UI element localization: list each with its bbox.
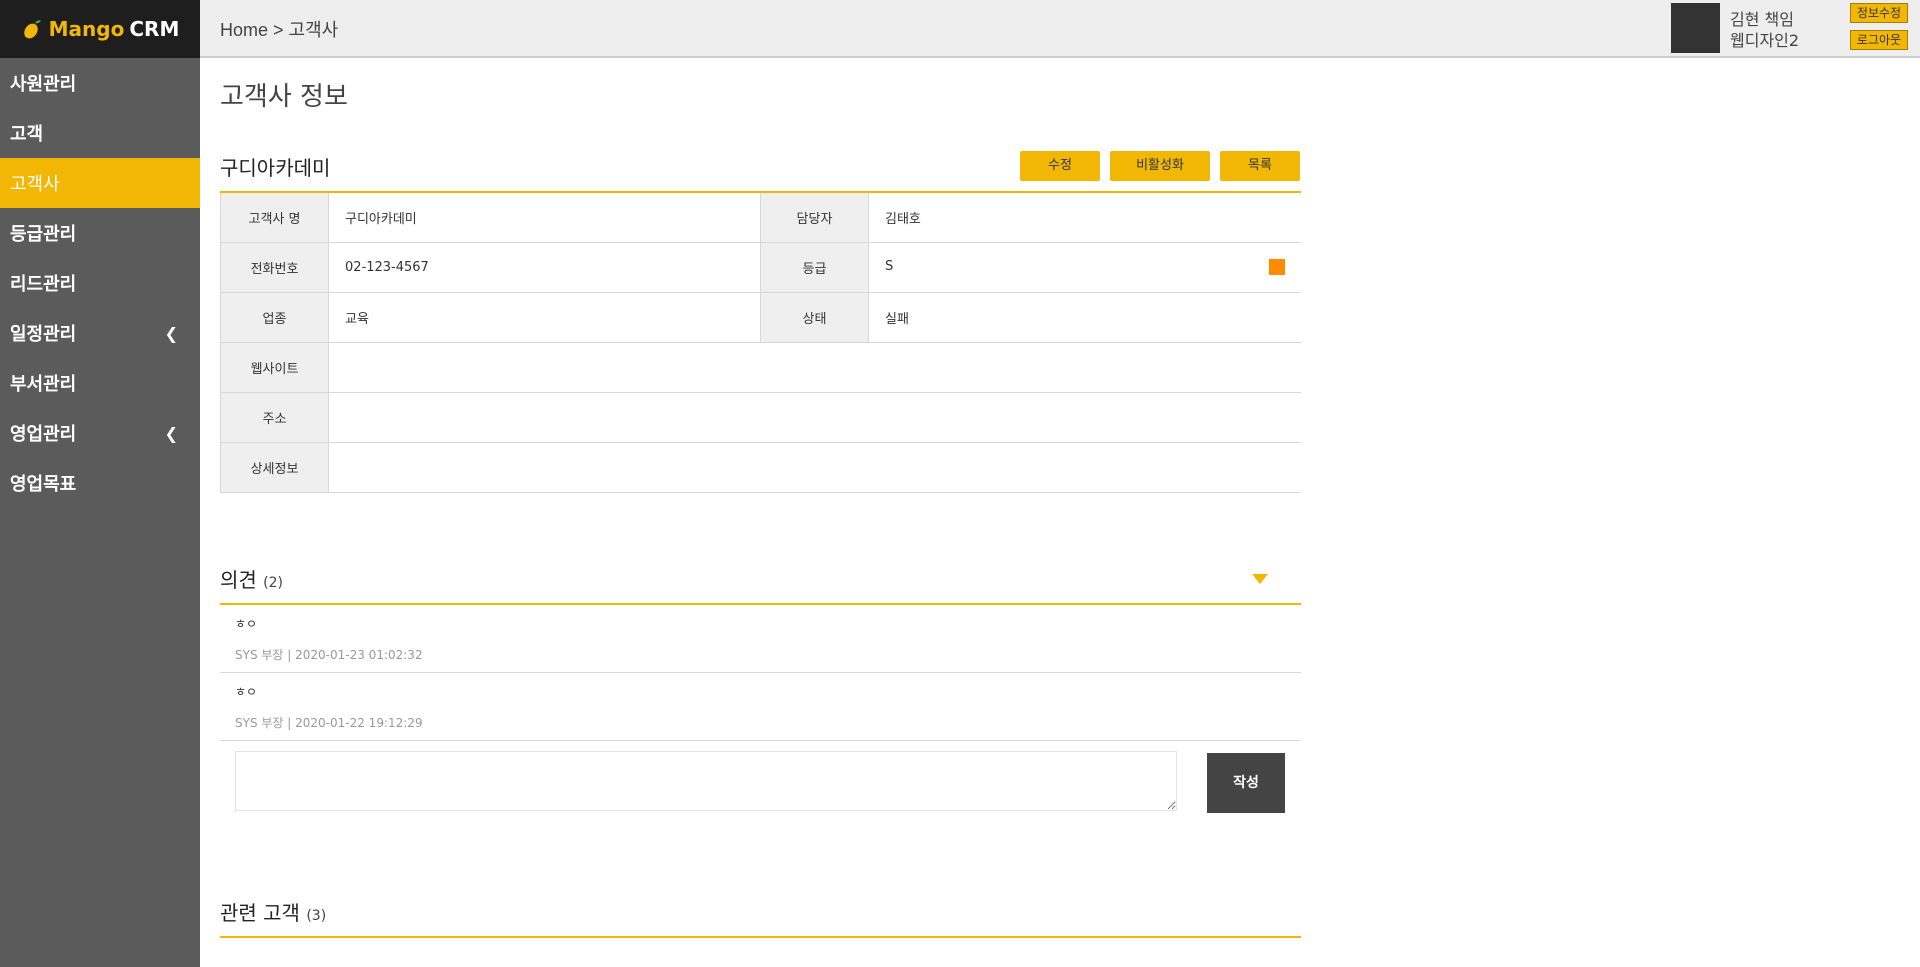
sidebar-item-sales-targets[interactable]: 영업목표 — [0, 458, 200, 508]
sidebar: Mango CRM 사원관리 고객 고객사 등급관리 리드관리 일정관리 ❮ 부서관… — [0, 0, 200, 967]
grade-color-swatch — [1269, 259, 1285, 275]
grade-cell: S — [868, 242, 1301, 293]
phone-label: 전화번호 — [220, 242, 329, 293]
detail-value — [328, 442, 1301, 493]
detail-label: 상세정보 — [220, 442, 329, 493]
comment-text: ㅎㅇ — [235, 617, 258, 631]
avatar — [1671, 3, 1720, 53]
sidebar-item-label: 부서관리 — [10, 374, 77, 395]
related-customers-heading: 관련 고객 (3) — [220, 897, 326, 926]
comment-meta: SYS 부장 | 2020-01-23 01:02:32 — [235, 648, 423, 662]
sidebar-item-leads[interactable]: 리드관리 — [0, 258, 200, 308]
opinions-heading: 의견 (2) — [220, 564, 283, 593]
opinions-title: 의견 — [220, 568, 257, 592]
edit-info-button[interactable]: 정보수정 — [1850, 3, 1908, 23]
sidebar-item-departments[interactable]: 부서관리 — [0, 358, 200, 408]
sidebar-item-employees[interactable]: 사원관리 — [0, 58, 200, 108]
industry-value: 교육 — [328, 292, 761, 343]
table-row: 주소 — [220, 392, 1301, 443]
table-row: 고객사 명 구디아카데미 담당자 김태호 — [220, 192, 1301, 243]
list-button[interactable]: 목록 — [1220, 151, 1300, 181]
sidebar-item-label: 고객 — [10, 124, 44, 145]
industry-label: 업종 — [220, 292, 329, 343]
company-info-table: 고객사 명 구디아카데미 담당자 김태호 전화번호 02-123-4567 등급… — [220, 191, 1301, 493]
logo-mango: Mango — [48, 17, 125, 41]
list-item: ㅎㅇ SYS 부장 | 2020-01-23 01:02:32 — [220, 605, 1301, 673]
table-row: 웹사이트 — [220, 342, 1301, 393]
company-name-value: 구디아카데미 — [328, 192, 761, 243]
opinions-count: (2) — [263, 575, 284, 591]
sidebar-item-label: 등급관리 — [10, 224, 77, 245]
sidebar-item-label: 영업관리 — [10, 424, 77, 445]
table-row: 전화번호 02-123-4567 등급 S — [220, 242, 1301, 293]
address-label: 주소 — [220, 392, 329, 443]
manager-label: 담당자 — [760, 192, 869, 243]
sidebar-item-label: 리드관리 — [10, 274, 77, 295]
chevron-left-icon: ❮ — [164, 323, 178, 343]
phone-value: 02-123-4567 — [328, 242, 761, 293]
status-value: 실패 — [868, 292, 1301, 343]
table-row: 상세정보 — [220, 442, 1301, 493]
comment-input[interactable] — [235, 751, 1177, 811]
sidebar-item-client-companies[interactable]: 고객사 — [0, 158, 200, 208]
sidebar-item-label: 일정관리 — [10, 324, 77, 345]
logo-text: Mango CRM — [49, 17, 180, 41]
comment-meta: SYS 부장 | 2020-01-22 19:12:29 — [235, 716, 423, 730]
deactivate-button[interactable]: 비활성화 — [1110, 151, 1210, 181]
sidebar-item-sales[interactable]: 영업관리 ❮ — [0, 408, 200, 458]
write-comment-button[interactable]: 작성 — [1207, 753, 1285, 813]
website-label: 웹사이트 — [220, 342, 329, 393]
sidebar-item-schedule[interactable]: 일정관리 ❮ — [0, 308, 200, 358]
grade-label: 등급 — [760, 242, 869, 293]
mango-icon — [23, 20, 41, 39]
sidebar-item-grades[interactable]: 등급관리 — [0, 208, 200, 258]
status-label: 상태 — [760, 292, 869, 343]
sidebar-item-label: 고객사 — [10, 174, 60, 195]
related-customers-count: (3) — [306, 908, 327, 924]
logo-crm: CRM — [129, 17, 180, 41]
company-name-label: 고객사 명 — [220, 192, 329, 243]
collapse-triangle-icon[interactable] — [1252, 574, 1268, 584]
related-customers-divider — [220, 936, 1301, 938]
edit-button[interactable]: 수정 — [1020, 151, 1100, 181]
table-row: 업종 교육 상태 실패 — [220, 292, 1301, 343]
logo[interactable]: Mango CRM — [0, 0, 200, 58]
chevron-left-icon: ❮ — [164, 423, 178, 443]
address-value — [328, 392, 1301, 443]
website-value — [328, 342, 1301, 393]
list-item: ㅎㅇ SYS 부장 | 2020-01-22 19:12:29 — [220, 673, 1301, 741]
sidebar-item-customers[interactable]: 고객 — [0, 108, 200, 158]
page-title: 고객사 정보 — [220, 82, 348, 112]
breadcrumb: Home > 고객사 — [220, 20, 339, 40]
logout-button[interactable]: 로그아웃 — [1850, 30, 1908, 50]
sidebar-item-label: 사원관리 — [10, 74, 77, 95]
sidebar-item-label: 영업목표 — [10, 474, 77, 495]
user-team: 웹디자인2 — [1730, 31, 1800, 50]
related-customers-title: 관련 고객 — [220, 901, 300, 925]
grade-value: S — [885, 259, 894, 274]
company-name-heading: 구디아카데미 — [220, 156, 331, 180]
comment-text: ㅎㅇ — [235, 685, 258, 699]
manager-value: 김태호 — [868, 192, 1301, 243]
top-header: Home > 고객사 김현 책임 웹디자인2 정보수정 로그아웃 — [200, 0, 1920, 58]
